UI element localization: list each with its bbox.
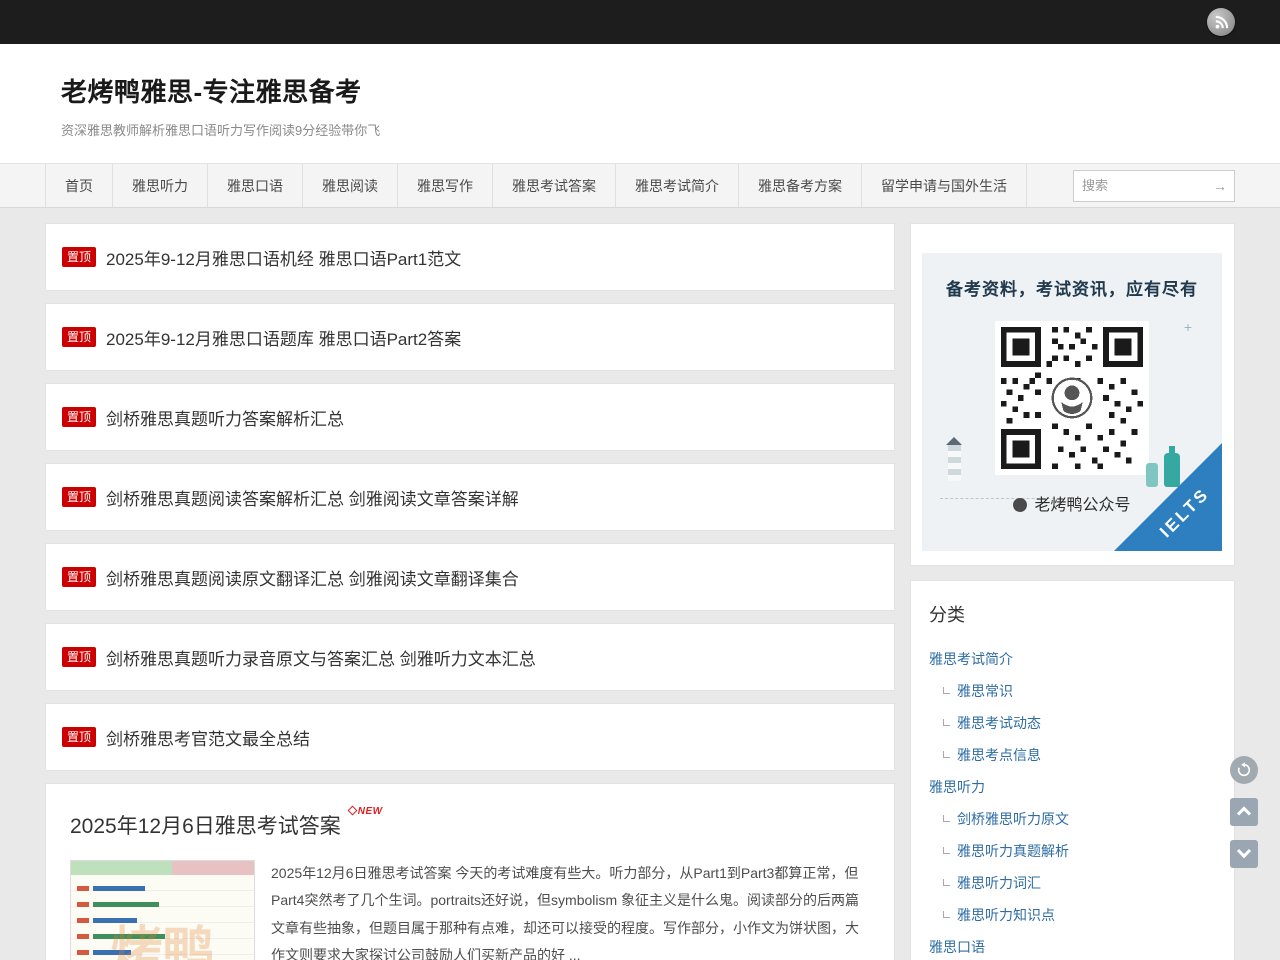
category-exam-news-link[interactable]: 雅思考试动态 [957,715,1041,731]
nav-item-reading[interactable]: 雅思阅读 [303,164,398,207]
category-item: 雅思听力 [929,771,1216,803]
wechat-promo-image[interactable]: 备考资料，考试资讯，应有尽有 [922,253,1222,551]
category-item: 雅思考试动态 [929,707,1216,739]
post-excerpt: 2025年12月6日雅思考试答案 今天的考试难度有些大。听力部分，从Part1到… [271,860,870,960]
category-item: 雅思常识 [929,675,1216,707]
category-item: 雅思口语 [929,931,1216,960]
sticky-post-row: 置顶 剑桥雅思真题阅读原文翻译汇总 剑雅阅读文章翻译集合 [45,543,895,611]
chevron-up-icon [1237,806,1251,820]
sticky-badge: 置顶 [62,567,96,587]
sticky-post-row: 置顶 剑桥雅思真题听力答案解析汇总 [45,383,895,451]
scroll-down-button[interactable] [1230,840,1258,868]
thumbnail-rows [71,875,254,960]
search-box: → [1073,170,1235,202]
sticky-post-row: 置顶 剑桥雅思考官范文最全总结 [45,703,895,771]
sticky-badge: 置顶 [62,247,96,267]
nav-item-home[interactable]: 首页 [45,164,113,207]
thumbnail-row [77,928,248,944]
subcategory-corner-icon [943,815,950,822]
sticky-post-row: 置顶 剑桥雅思真题听力录音原文与答案汇总 剑雅听力文本汇总 [45,623,895,691]
category-item: 雅思考点信息 [929,739,1216,771]
category-listening-link[interactable]: 雅思听力 [929,779,985,795]
content-area: 置顶 2025年9-12月雅思口语机经 雅思口语Part1范文 置顶 2025年… [0,208,1280,960]
category-item: 雅思听力词汇 [929,867,1216,899]
sticky-post-row: 置顶 2025年9-12月雅思口语机经 雅思口语Part1范文 [45,223,895,291]
nav-item-prep-plan[interactable]: 雅思备考方案 [739,164,862,207]
lighthouse-doodle-icon [948,445,961,481]
latest-post-card: 2025年12月6日雅思考试答案 NEW [45,783,895,960]
subcategory-corner-icon [943,719,950,726]
category-item: 雅思听力真题解析 [929,835,1216,867]
latest-post-body: 烤鸭 2025年12月6日雅思考试答案 今天的考试难度有些大。听力部分，从Par… [70,860,870,960]
post-title-link[interactable]: 剑桥雅思真题阅读答案解析汇总 剑雅阅读文章答案详解 [106,485,519,510]
nav-item-study-abroad[interactable]: 留学申请与国外生活 [862,164,1027,207]
subcategory-corner-icon [943,879,950,886]
category-item: 雅思考试简介 [929,643,1216,675]
categories-title: 分类 [929,601,1216,627]
floating-toolbar [1230,756,1258,868]
new-icon: NEW [349,806,383,817]
duck-logo-icon [1013,498,1027,512]
post-thumbnail[interactable]: 烤鸭 [70,860,255,960]
category-speaking-link[interactable]: 雅思口语 [929,939,985,955]
subcategory-corner-icon [943,751,950,758]
post-title-link[interactable]: 剑桥雅思真题听力答案解析汇总 [106,405,344,430]
thumbnail-row [77,912,248,928]
category-basics-link[interactable]: 雅思常识 [957,683,1013,699]
nav-item-writing[interactable]: 雅思写作 [398,164,493,207]
scroll-up-button[interactable] [1230,798,1258,826]
category-test-centers-link[interactable]: 雅思考点信息 [957,747,1041,763]
main-nav: 首页 雅思听力 雅思口语 雅思阅读 雅思写作 雅思考试答案 雅思考试简介 雅思备… [0,163,1280,208]
sticky-badge: 置顶 [62,327,96,347]
post-title-link[interactable]: 2025年9-12月雅思口语题库 雅思口语Part2答案 [106,325,461,350]
latest-post-title-row: 2025年12月6日雅思考试答案 NEW [70,810,870,840]
categories-list: 雅思考试简介 雅思常识 雅思考试动态 雅思考点信息 雅思听力 剑桥雅思听力原文 … [929,643,1216,960]
category-listening-vocab-link[interactable]: 雅思听力词汇 [957,875,1041,891]
thumbnail-row [77,896,248,912]
subcategory-corner-icon [943,911,950,918]
sticky-badge: 置顶 [62,407,96,427]
sticky-post-row: 置顶 剑桥雅思真题阅读答案解析汇总 剑雅阅读文章答案详解 [45,463,895,531]
promo-widget: 备考资料，考试资讯，应有尽有 [910,223,1235,566]
subcategory-corner-icon [943,687,950,694]
category-listening-analysis-link[interactable]: 雅思听力真题解析 [957,843,1069,859]
top-bar [0,0,1280,44]
post-title-link[interactable]: 剑桥雅思考官范文最全总结 [106,725,310,750]
post-list: 置顶 2025年9-12月雅思口语机经 雅思口语Part1范文 置顶 2025年… [45,223,895,960]
plus-doodle-icon: + [1184,319,1192,335]
nav-item-exam-intro[interactable]: 雅思考试简介 [616,164,739,207]
post-title-link[interactable]: 剑桥雅思真题阅读原文翻译汇总 剑雅阅读文章翻译集合 [106,565,519,590]
sidebar: 备考资料，考试资讯，应有尽有 [910,223,1235,960]
sticky-badge: 置顶 [62,647,96,667]
thumbnail-row [77,944,248,960]
nav-item-speaking[interactable]: 雅思口语 [208,164,303,207]
promo-top-text: 备考资料，考试资讯，应有尽有 [922,253,1222,300]
nav-item-listening[interactable]: 雅思听力 [113,164,208,207]
category-exam-intro-link[interactable]: 雅思考试简介 [929,651,1013,667]
site-tagline: 资深雅思教师解析雅思口语听力写作阅读9分经验带你飞 [61,120,1219,139]
categories-widget: 分类 雅思考试简介 雅思常识 雅思考试动态 雅思考点信息 雅思听力 剑桥雅思听力… [910,580,1235,960]
category-item: 雅思听力知识点 [929,899,1216,931]
page: 老烤鸭雅思-专注雅思备考 资深雅思教师解析雅思口语听力写作阅读9分经验带你飞 首… [0,0,1280,960]
thumbnail-header-bars [71,861,254,875]
search-submit-button[interactable]: → [1206,171,1234,201]
category-listening-scripts-link[interactable]: 剑桥雅思听力原文 [957,811,1069,827]
category-item: 剑桥雅思听力原文 [929,803,1216,835]
category-listening-points-link[interactable]: 雅思听力知识点 [957,907,1055,923]
post-title-link[interactable]: 2025年9-12月雅思口语机经 雅思口语Part1范文 [106,245,461,270]
site-title[interactable]: 老烤鸭雅思-专注雅思备考 [61,72,1219,109]
sticky-badge: 置顶 [62,727,96,747]
search-input[interactable] [1074,178,1206,193]
refresh-icon[interactable] [1230,756,1258,784]
post-title-link[interactable]: 剑桥雅思真题听力录音原文与答案汇总 剑雅听力文本汇总 [106,645,536,670]
site-header: 老烤鸭雅思-专注雅思备考 资深雅思教师解析雅思口语听力写作阅读9分经验带你飞 [0,44,1280,163]
rss-icon[interactable] [1207,8,1235,36]
sticky-badge: 置顶 [62,487,96,507]
sticky-post-row: 置顶 2025年9-12月雅思口语题库 雅思口语Part2答案 [45,303,895,371]
chevron-down-icon [1237,844,1251,858]
nav-item-exam-answers[interactable]: 雅思考试答案 [493,164,616,207]
latest-post-title-link[interactable]: 2025年12月6日雅思考试答案 [70,810,341,840]
subcategory-corner-icon [943,847,950,854]
thumbnail-row [77,880,248,896]
